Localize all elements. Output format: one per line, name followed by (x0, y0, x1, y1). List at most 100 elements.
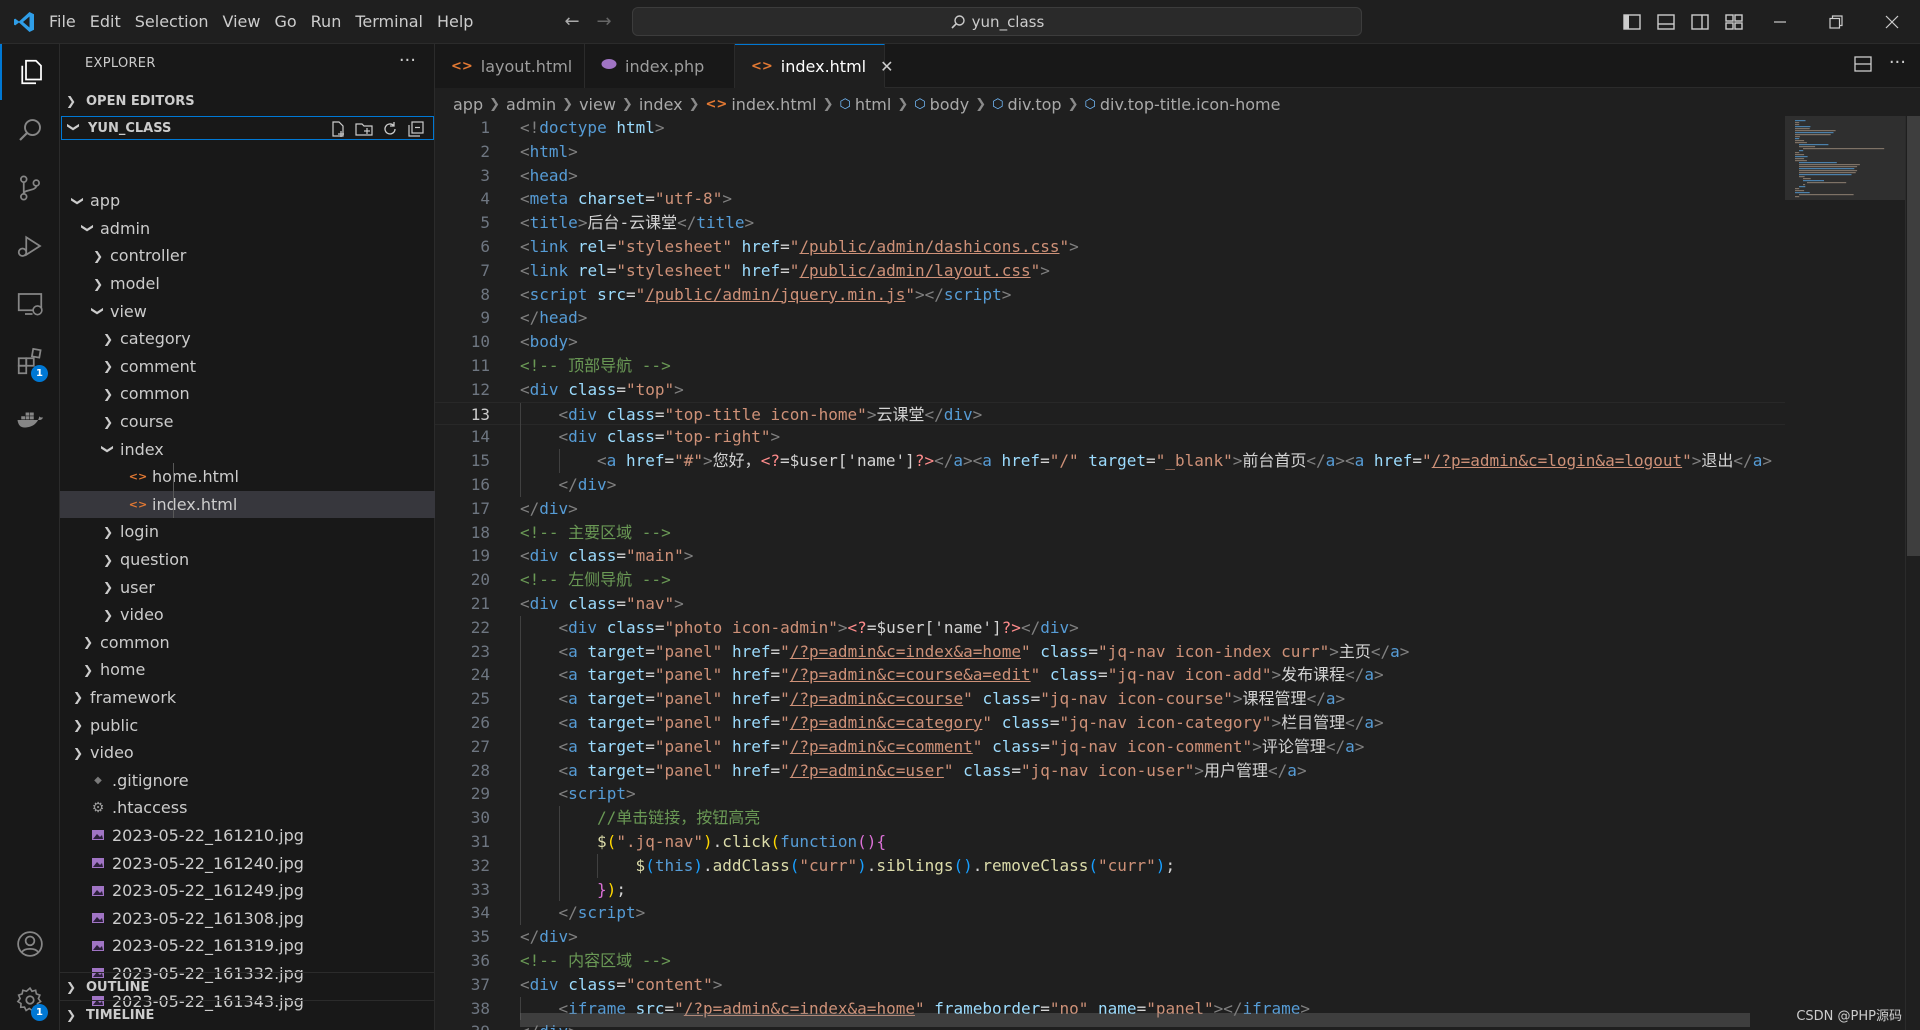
tree-item[interactable]: ❯ course (60, 408, 435, 436)
menu-view[interactable]: View (216, 0, 268, 44)
source-control-activity[interactable] (0, 160, 60, 216)
menu-help[interactable]: Help (430, 0, 480, 44)
new-file-icon[interactable] (329, 120, 347, 138)
code-line[interactable]: 10 <body> (435, 330, 1785, 354)
tree-item[interactable]: <> index.html (60, 490, 435, 519)
horizontal-scrollbar[interactable] (520, 1013, 1750, 1027)
open-editors-header[interactable]: ❯ OPEN EDITORS (60, 88, 435, 114)
tree-item[interactable]: ❯ comment (60, 353, 435, 381)
manage-activity[interactable]: 1 (0, 972, 60, 1028)
minimize-button[interactable] (1752, 0, 1808, 44)
menu-selection[interactable]: Selection (128, 0, 216, 44)
code-line[interactable]: 7 <link rel="stylesheet" href="/public/ad… (435, 259, 1785, 283)
code-line[interactable]: 3 <head> (435, 164, 1785, 188)
outline-header[interactable]: ❯ OUTLINE (60, 974, 435, 1000)
code-line[interactable]: 6 <link rel="stylesheet" href="/public/ad… (435, 235, 1785, 259)
code-line[interactable]: 28 <a target="panel" href="/?p=admin&c=us… (435, 758, 1785, 783)
code-line[interactable]: 18 <!-- 主要区域 --> (435, 521, 1785, 545)
tree-item[interactable]: 2023-05-22_161210.jpg (60, 822, 435, 850)
code-line[interactable]: 31 $(".jq-nav").click(function(){ (435, 830, 1785, 854)
timeline-header[interactable]: ❯ TIMELINE (60, 1002, 435, 1028)
tree-item[interactable]: ❯ login (60, 518, 435, 546)
tree-item[interactable]: <> home.html (60, 463, 435, 491)
code-line[interactable]: 26 <a target="panel" href="/?p=admin&c=ca… (435, 711, 1785, 735)
tree-item[interactable]: ❯ question (60, 546, 435, 574)
tree-item[interactable]: ❯ model (60, 270, 435, 298)
explorer-activity[interactable] (0, 44, 60, 100)
customize-layout-icon[interactable] (1722, 10, 1746, 34)
tree-item[interactable]: ❯ user (60, 573, 435, 601)
tab-index-php[interactable]: index.php (585, 44, 735, 88)
code-line[interactable]: 13 <div class="top-title icon-home">云课堂</… (435, 401, 1785, 427)
tree-item[interactable]: ❯ framework (60, 684, 435, 712)
breadcrumb-item[interactable]: index (639, 95, 683, 114)
code-line[interactable]: 23 <a target="panel" href="/?p=admin&c=in… (435, 639, 1785, 664)
tree-item[interactable]: ❯ video (60, 739, 435, 767)
restore-button[interactable] (1808, 0, 1864, 44)
code-editor[interactable]: 1 <!doctype html> 2 <html> 3 <head> 4 <meta cha… (435, 116, 1785, 1030)
code-line[interactable]: 32 $(this).addClass("curr").siblings().re… (435, 853, 1785, 878)
breadcrumb-item[interactable]: html (855, 95, 891, 114)
forward-arrow-icon[interactable]: → (592, 10, 616, 34)
breadcrumb-item[interactable]: app (453, 95, 483, 114)
code-line[interactable]: 14 <div class="top-right"> (435, 425, 1785, 450)
breadcrumb-item[interactable]: div.top (1007, 95, 1061, 114)
toggle-secondary-sidebar-icon[interactable] (1688, 10, 1712, 34)
code-line[interactable]: 1 <!doctype html> (435, 116, 1785, 140)
remote-explorer-activity[interactable] (0, 276, 60, 332)
tree-item[interactable]: ⚙ .htaccess (60, 794, 435, 822)
tree-item[interactable]: ❯ admin (60, 215, 435, 243)
tree-item[interactable]: ❯ index (60, 435, 435, 463)
breadcrumb-item[interactable]: admin (506, 95, 556, 114)
code-line[interactable]: 21 <div class="nav"> (435, 592, 1785, 616)
code-line[interactable]: 17 </div> (435, 497, 1785, 521)
tree-item[interactable]: ❯ controller (60, 242, 435, 270)
run-debug-activity[interactable] (0, 218, 60, 274)
menu-terminal[interactable]: Terminal (348, 0, 430, 44)
code-line[interactable]: 11 <!-- 顶部导航 --> (435, 354, 1785, 378)
breadcrumb-item[interactable]: div.top-title.icon-home (1100, 95, 1281, 114)
tree-item[interactable]: ❯ common (60, 629, 435, 657)
tree-item[interactable]: ❯ common (60, 380, 435, 408)
refresh-icon[interactable] (381, 120, 399, 138)
code-line[interactable]: 27 <a target="panel" href="/?p=admin&c=co… (435, 734, 1785, 759)
code-line[interactable]: 16 </div> (435, 473, 1785, 497)
toggle-panel-icon[interactable] (1654, 10, 1678, 34)
code-line[interactable]: 36 <!-- 内容区域 --> (435, 949, 1785, 973)
tree-item[interactable]: ❯ video (60, 601, 435, 629)
new-folder-icon[interactable] (355, 120, 373, 138)
code-line[interactable]: 33}); (435, 877, 1785, 902)
code-line[interactable]: 19 <div class="main"> (435, 544, 1785, 568)
tab-index-html[interactable]: <> index.html ✕ (735, 44, 894, 88)
code-line[interactable]: 25 <a target="panel" href="/?p=admin&c=co… (435, 687, 1785, 711)
tree-item[interactable]: 2023-05-22_161249.jpg (60, 877, 435, 905)
tree-item[interactable]: ◆ .gitignore (60, 766, 435, 794)
code-line[interactable]: 37 <div class="content"> (435, 973, 1785, 997)
code-line[interactable]: 24 <a target="panel" href="/?p=admin&c=co… (435, 663, 1785, 688)
tree-item[interactable]: ❯ view (60, 297, 435, 325)
docker-activity[interactable] (0, 392, 60, 448)
scrollbar-thumb[interactable] (1907, 116, 1920, 556)
collapse-all-icon[interactable] (407, 120, 425, 138)
code-line[interactable]: 4 <meta charset="utf-8"> (435, 187, 1785, 211)
tree-item[interactable]: 2023-05-22_161308.jpg (60, 904, 435, 932)
accounts-activity[interactable] (0, 916, 60, 972)
code-line[interactable]: 9 </head> (435, 306, 1785, 330)
code-line[interactable]: 35 </div> (435, 925, 1785, 949)
command-center-search[interactable]: yun_class (632, 7, 1362, 36)
close-window-button[interactable] (1864, 0, 1920, 44)
breadcrumb-item[interactable]: index.html (731, 95, 816, 114)
extensions-activity[interactable]: 1 (0, 334, 60, 390)
project-folder-header[interactable]: ❯ YUN_CLASS (61, 116, 434, 140)
minimap[interactable] (1785, 116, 1905, 1030)
tree-item[interactable]: 2023-05-22_161319.jpg (60, 932, 435, 960)
code-line[interactable]: 20 <!-- 左侧导航 --> (435, 568, 1785, 592)
back-arrow-icon[interactable]: ← (560, 10, 584, 34)
breadcrumb-item[interactable]: body (930, 95, 970, 114)
vertical-scrollbar[interactable] (1905, 116, 1920, 1030)
code-line[interactable]: 8 <script src="/public/admin/jquery.min.j… (435, 283, 1785, 307)
toggle-primary-sidebar-icon[interactable] (1620, 10, 1644, 34)
search-activity[interactable] (0, 102, 60, 158)
menu-edit[interactable]: Edit (83, 0, 128, 44)
split-editor-icon[interactable] (1853, 54, 1873, 74)
